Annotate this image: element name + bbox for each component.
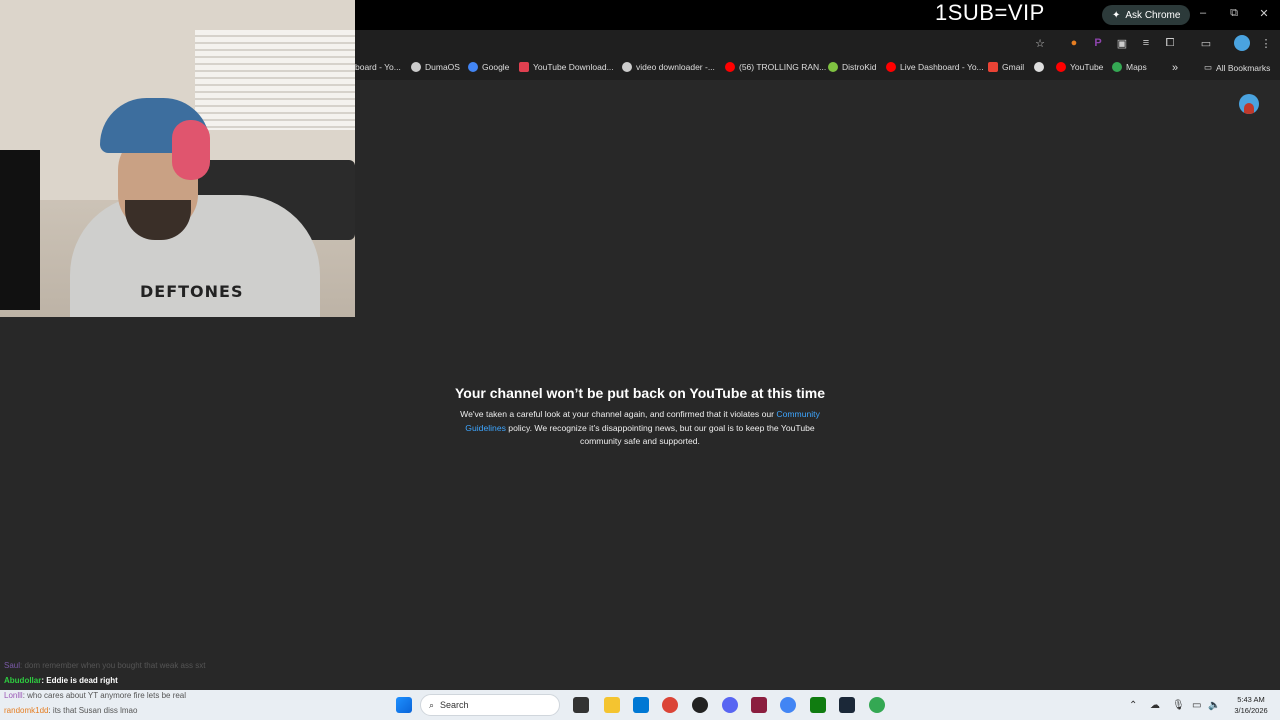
bookmark-item[interactable]: YouTube bbox=[1056, 62, 1103, 72]
extensions-puzzle-icon[interactable]: ⧠ bbox=[1162, 35, 1178, 51]
chevron-up-icon[interactable]: ⌃ bbox=[1129, 700, 1137, 711]
gmail-icon bbox=[988, 62, 998, 72]
minimize-button[interactable]: – bbox=[1195, 7, 1211, 19]
bookmark-item[interactable]: video downloader -... bbox=[622, 62, 715, 72]
volume-icon[interactable]: 🔈 bbox=[1208, 700, 1220, 711]
monitor-icon[interactable]: ▭ bbox=[1192, 700, 1201, 711]
webcam-overlay: DEFTONES bbox=[0, 0, 355, 317]
file-explorer-icon[interactable] bbox=[604, 697, 620, 713]
webcam-headphones bbox=[172, 120, 210, 180]
appeal-result-title: Your channel won’t be put back on YouTub… bbox=[455, 385, 825, 401]
bookmark-item[interactable]: YouTube Download... bbox=[519, 62, 614, 72]
bookmark-item[interactable]: Gmail bbox=[988, 62, 1024, 72]
microphone-icon[interactable]: 🎙 bbox=[1172, 700, 1185, 711]
ask-chrome-button[interactable]: ✦ Ask Chrome bbox=[1102, 5, 1191, 25]
bookmark-item[interactable]: Maps bbox=[1112, 62, 1147, 72]
all-bookmarks-button[interactable]: ▭ All Bookmarks bbox=[1204, 62, 1270, 73]
bookmark-item[interactable] bbox=[1034, 62, 1044, 72]
app-icon[interactable] bbox=[751, 697, 767, 713]
stream-overlay-title: 1SUB=VIP bbox=[935, 0, 1045, 25]
chrome-icon[interactable] bbox=[869, 697, 885, 713]
chat-username: Lonlll bbox=[4, 691, 23, 700]
bookmark-star-icon[interactable]: ☆ bbox=[1032, 35, 1048, 51]
bookmark-item[interactable]: board - Yo... bbox=[355, 62, 401, 72]
webcam-shirt-text: DEFTONES bbox=[140, 282, 244, 301]
youtube-icon bbox=[1056, 62, 1066, 72]
globe-icon bbox=[1034, 62, 1044, 72]
search-icon: ⌕ bbox=[429, 699, 435, 710]
maps-icon bbox=[1112, 62, 1122, 72]
webcam-shelf bbox=[0, 150, 40, 310]
globe-icon bbox=[411, 62, 421, 72]
close-button[interactable]: ✕ bbox=[1256, 7, 1272, 20]
xbox-icon[interactable] bbox=[810, 697, 826, 713]
bookmark-item[interactable]: DistroKid bbox=[828, 62, 876, 72]
profile-avatar-icon[interactable] bbox=[1234, 35, 1250, 51]
chat-text: : dom remember when you bought that weak… bbox=[20, 661, 206, 670]
windows-start-icon[interactable] bbox=[396, 697, 412, 713]
google-icon bbox=[622, 62, 632, 72]
extension-icon[interactable]: ● bbox=[1066, 35, 1082, 51]
cloud-icon[interactable]: ☁ bbox=[1150, 700, 1160, 711]
microsoft-store-icon[interactable] bbox=[633, 697, 649, 713]
search-placeholder: Search bbox=[440, 700, 469, 710]
discord-icon[interactable] bbox=[722, 697, 738, 713]
more-bookmarks-chevron-icon[interactable]: » bbox=[1172, 62, 1178, 74]
chat-message: Lonlll: who cares about YT anymore fire … bbox=[4, 691, 186, 700]
bookmark-item[interactable]: (56) TROLLING RAN... bbox=[725, 62, 826, 72]
menu-kebab-icon[interactable]: ⋮ bbox=[1258, 35, 1274, 51]
taskbar-clock[interactable]: 5:43 AM 3/16/2026 bbox=[1226, 694, 1276, 716]
bookmark-item[interactable]: Live Dashboard - Yo... bbox=[886, 62, 984, 72]
youtube-icon bbox=[886, 62, 896, 72]
webcam-window-blinds bbox=[195, 30, 355, 130]
sparkle-icon: ✦ bbox=[1112, 9, 1121, 21]
extension-icon[interactable]: P bbox=[1090, 35, 1106, 51]
ask-chrome-label: Ask Chrome bbox=[1125, 9, 1181, 21]
chrome-profile-icon[interactable] bbox=[780, 697, 796, 713]
extension-icon[interactable]: ▣ bbox=[1114, 35, 1130, 51]
google-icon bbox=[468, 62, 478, 72]
side-panel-icon[interactable]: ▭ bbox=[1198, 35, 1214, 51]
chat-text: : who cares about YT anymore fire lets b… bbox=[22, 691, 187, 700]
account-avatar[interactable] bbox=[1239, 94, 1259, 114]
distrokid-icon bbox=[828, 62, 838, 72]
clock-time: 5:43 AM bbox=[1237, 695, 1265, 704]
task-view-icon[interactable] bbox=[573, 697, 589, 713]
obs-icon[interactable] bbox=[692, 697, 708, 713]
chat-username: Abudollar bbox=[4, 676, 42, 685]
folder-icon: ▭ bbox=[1204, 62, 1213, 72]
download-icon bbox=[519, 62, 529, 72]
chat-text: : its that Susan diss lmao bbox=[48, 706, 138, 715]
appeal-result-message: We've taken a careful look at your chann… bbox=[460, 409, 820, 446]
bookmark-item[interactable]: Google bbox=[468, 62, 509, 72]
chat-message: randomk1dd: its that Susan diss lmao bbox=[4, 706, 137, 715]
taskbar-search-box[interactable]: ⌕ Search bbox=[420, 694, 560, 716]
chat-username: randomk1dd bbox=[4, 706, 49, 715]
restore-button[interactable]: ⧉ bbox=[1226, 7, 1242, 20]
chat-message: Saul: dom remember when you bought that … bbox=[4, 661, 205, 670]
chrome-icon[interactable] bbox=[662, 697, 678, 713]
chat-message: Abudollar: Eddie is dead right bbox=[4, 676, 118, 685]
chat-username: Saul bbox=[4, 661, 21, 670]
bookmark-item[interactable]: DumaOS bbox=[411, 62, 460, 72]
youtube-icon bbox=[725, 62, 735, 72]
chat-text: : Eddie is dead right bbox=[41, 676, 118, 685]
extension-icon[interactable]: ≡ bbox=[1138, 35, 1154, 51]
steam-icon[interactable] bbox=[839, 697, 855, 713]
clock-date: 3/16/2026 bbox=[1234, 706, 1268, 715]
